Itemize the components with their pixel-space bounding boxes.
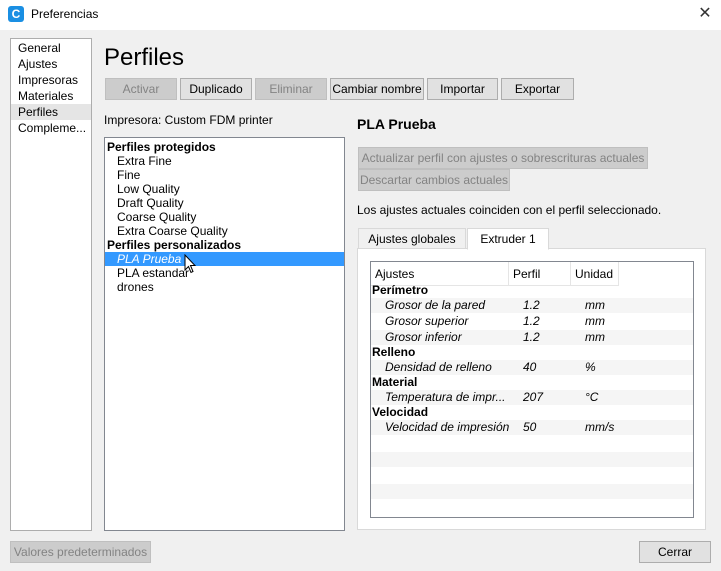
import-button[interactable]: Importar — [427, 78, 498, 100]
table-empty-row — [371, 436, 693, 451]
setting-name: Densidad de relleno — [385, 360, 492, 374]
setting-name: Grosor superior — [385, 314, 469, 328]
duplicate-button[interactable]: Duplicado — [180, 78, 252, 100]
table-group-row: Perímetro — [371, 283, 693, 298]
table-row: Densidad de relleno 40 % — [371, 360, 693, 375]
tab-extruder-1[interactable]: Extruder 1 — [467, 228, 549, 250]
preferences-nav: General Ajustes Impresoras Materiales Pe… — [10, 38, 92, 531]
table-empty-row — [371, 452, 693, 467]
profile-item[interactable]: Draft Quality — [105, 196, 344, 210]
profile-item[interactable]: drones — [105, 280, 344, 294]
table-empty-row — [371, 468, 693, 483]
profile-list[interactable]: Perfiles protegidos Extra Fine Fine Low … — [104, 137, 345, 531]
printer-label: Impresora: Custom FDM printer — [104, 113, 273, 127]
table-row: Grosor superior 1.2 mm — [371, 314, 693, 329]
table-group-row: Material — [371, 375, 693, 390]
table-group-row: Relleno — [371, 345, 693, 360]
app-logo-letter: C — [11, 7, 21, 21]
app-logo-icon: C — [8, 6, 24, 22]
table-row: Velocidad de impresión 50 mm/s — [371, 420, 693, 435]
nav-item-ajustes[interactable]: Ajustes — [11, 56, 91, 72]
activate-button[interactable]: Activar — [105, 78, 177, 100]
setting-name: Grosor de la pared — [385, 298, 486, 312]
setting-unit: mm/s — [585, 420, 615, 434]
nav-item-impresoras[interactable]: Impresoras — [11, 72, 91, 88]
group-label: Material — [372, 375, 418, 389]
profile-item[interactable]: Extra Fine — [105, 154, 344, 168]
delete-button[interactable]: Eliminar — [255, 78, 327, 100]
status-message: Los ajustes actuales coinciden con el pe… — [357, 203, 662, 217]
setting-unit: °C — [585, 390, 599, 404]
tab-global-settings[interactable]: Ajustes globales — [358, 228, 466, 250]
profile-item[interactable]: Fine — [105, 168, 344, 182]
nav-item-complementos[interactable]: Compleme... — [11, 120, 91, 136]
nav-item-general[interactable]: General — [11, 40, 91, 56]
profile-item[interactable]: Low Quality — [105, 182, 344, 196]
setting-unit: mm — [585, 314, 605, 328]
setting-value: 40 — [523, 360, 537, 374]
restore-defaults-button[interactable]: Valores predeterminados — [10, 541, 151, 563]
page-title: Perfiles — [104, 44, 185, 71]
custom-profiles-header: Perfiles personalizados — [107, 238, 242, 252]
protected-profiles-header: Perfiles protegidos — [107, 140, 216, 154]
table-empty-row — [371, 484, 693, 499]
close-icon[interactable]: ✕ — [696, 4, 714, 24]
setting-unit: mm — [585, 330, 605, 344]
mouse-cursor-icon — [184, 254, 196, 274]
settings-table: Ajustes Perfil Unidad Perímetro Grosor d… — [370, 261, 694, 518]
setting-name: Grosor inferior — [385, 330, 462, 344]
window-title: Preferencias — [31, 7, 99, 21]
export-button[interactable]: Exportar — [501, 78, 574, 100]
setting-unit: mm — [585, 298, 605, 312]
setting-name: Velocidad de impresión — [385, 420, 510, 434]
setting-value: 50 — [523, 420, 537, 434]
title-bar — [0, 0, 721, 30]
table-row: Grosor inferior 1.2 mm — [371, 330, 693, 345]
rename-button[interactable]: Cambiar nombre — [330, 78, 424, 100]
profile-name: PLA Prueba — [357, 116, 436, 132]
table-row: Grosor de la pared 1.2 mm — [371, 298, 693, 313]
nav-item-materiales[interactable]: Materiales — [11, 88, 91, 104]
nav-item-perfiles[interactable]: Perfiles — [11, 104, 91, 120]
setting-name: Temperatura de impr... — [385, 390, 506, 404]
profile-item[interactable]: Coarse Quality — [105, 210, 344, 224]
profile-item[interactable]: Extra Coarse Quality — [105, 224, 344, 238]
setting-value: 207 — [523, 390, 544, 404]
setting-unit: % — [585, 360, 596, 374]
group-label: Velocidad — [372, 405, 429, 419]
discard-changes-button[interactable]: Descartar cambios actuales — [358, 169, 510, 191]
group-label: Relleno — [372, 345, 416, 359]
group-label: Perímetro — [372, 283, 429, 297]
table-row: Temperatura de impr... 207 °C — [371, 390, 693, 405]
setting-value: 1.2 — [523, 298, 540, 312]
profile-item[interactable]: PLA estandar — [105, 266, 344, 280]
setting-value: 1.2 — [523, 330, 540, 344]
update-profile-button[interactable]: Actualizar perfil con ajustes o sobrescr… — [358, 147, 648, 169]
close-button[interactable]: Cerrar — [639, 541, 711, 563]
table-group-row: Velocidad — [371, 405, 693, 420]
profile-item-selected[interactable]: PLA Prueba — [105, 252, 344, 266]
setting-value: 1.2 — [523, 314, 540, 328]
